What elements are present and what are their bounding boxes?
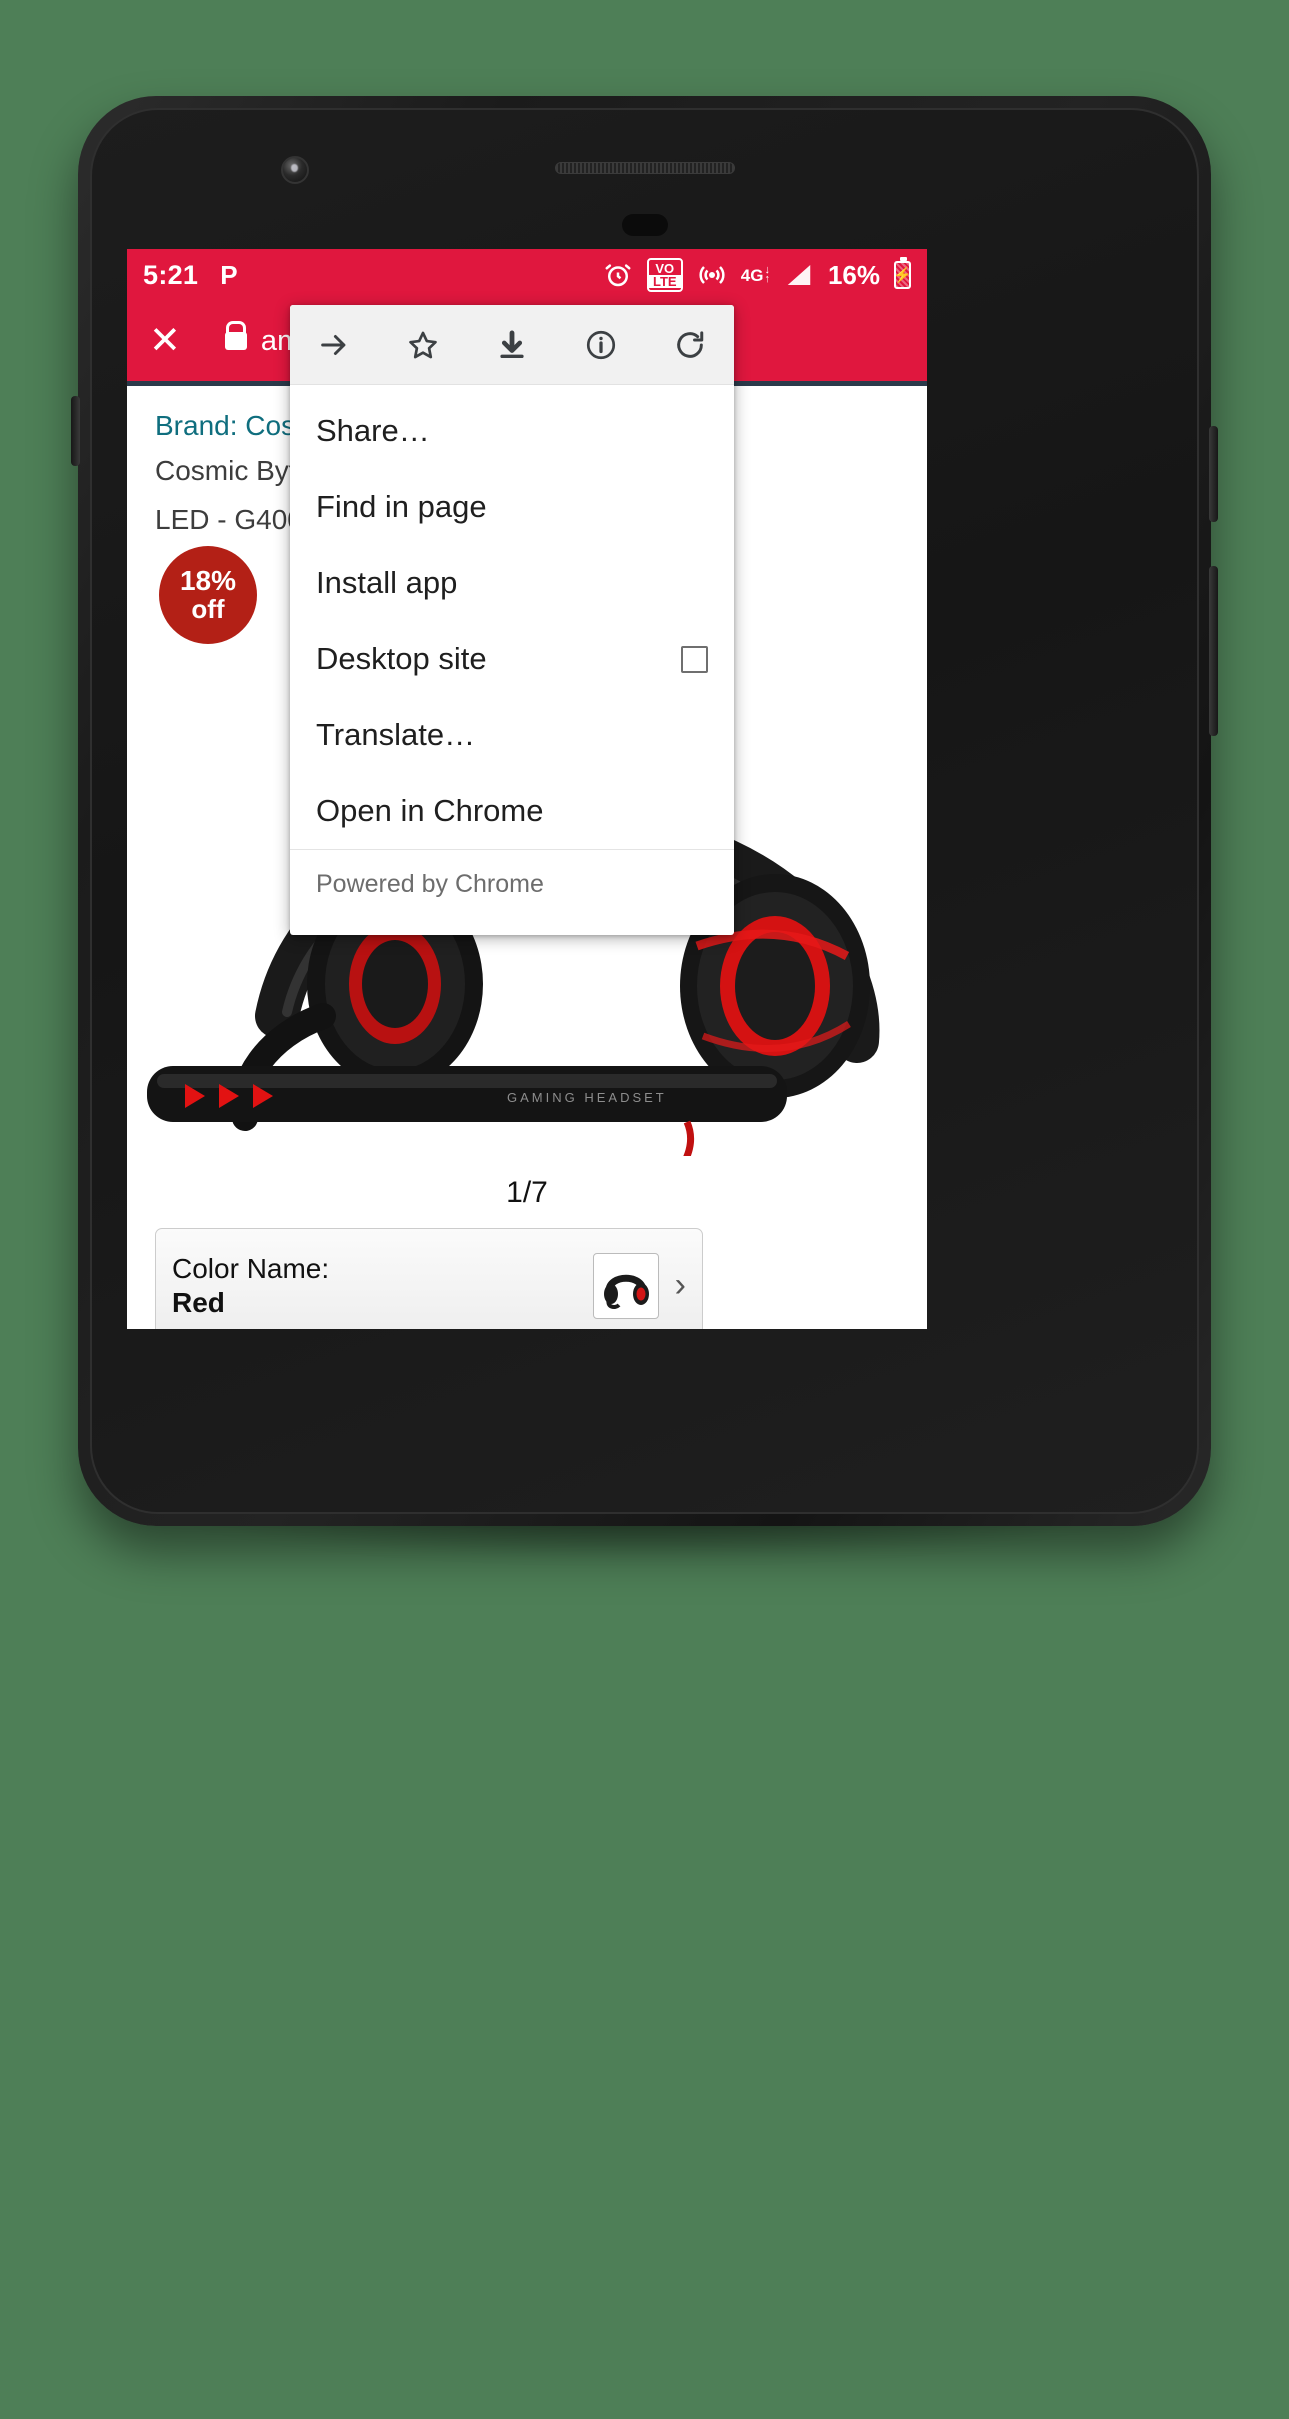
menu-item-label: Install app [316,565,458,600]
menu-item-label: Translate… [316,717,476,752]
status-clock: 5:21 [143,259,199,290]
bookmark-star-icon[interactable] [401,323,445,367]
screenshot-root: 5:21 P VO LTE 4G ↓ ↑ 16% ⚡ ✕ am Brand: C… [0,0,1289,2419]
volume-button[interactable] [1209,566,1218,736]
sensor-pill [621,214,668,236]
menu-footer-attribution: Powered by Chrome [290,849,734,919]
volte-bottom: LTE [648,275,681,288]
phone-bezel: 5:21 P VO LTE 4G ↓ ↑ 16% ⚡ ✕ am Brand: C… [90,108,1199,1514]
hotspot-icon [697,260,727,290]
menu-icon-row [290,305,734,385]
download-icon[interactable] [490,323,534,367]
phone-screen: 5:21 P VO LTE 4G ↓ ↑ 16% ⚡ ✕ am Brand: C… [127,249,927,1329]
color-variant-selector[interactable]: Color Name: Red › [155,1228,703,1329]
phone-device: 5:21 P VO LTE 4G ↓ ↑ 16% ⚡ ✕ am Brand: C… [71,96,1218,1526]
menu-item-find-in-page[interactable]: Find in page [290,469,734,545]
menu-item-translate[interactable]: Translate… [290,697,734,773]
status-bar: 5:21 P VO LTE 4G ↓ ↑ 16% ⚡ [127,249,927,301]
discount-word: off [191,594,225,625]
app-notification-icon: P [220,259,238,290]
menu-item-label: Desktop site [316,641,487,676]
data-up-arrow: ↑ [764,273,770,285]
chrome-custom-tab-menu: Share… Find in page Install app Desktop … [290,305,734,935]
forward-icon[interactable] [312,323,356,367]
menu-item-install-app[interactable]: Install app [290,545,734,621]
battery-percent-label: 16% [827,259,880,290]
color-variant-text: Color Name: Red [172,1252,593,1318]
desktop-site-checkbox[interactable] [681,645,708,673]
discount-badge: 18% off [159,546,257,644]
color-name-label: Color Name: [172,1253,330,1285]
signal-icon [784,260,814,290]
image-pager: 1/7 [506,1176,548,1209]
menu-item-label: Share… [316,413,430,448]
data-arrows: ↓ ↑ [764,264,770,285]
close-icon[interactable]: ✕ [149,322,181,360]
left-side-button[interactable] [71,396,80,466]
earpiece-speaker [554,162,735,174]
reload-icon[interactable] [668,323,712,367]
menu-item-list: Share… Find in page Install app Desktop … [290,385,734,849]
status-icons: VO LTE 4G ↓ ↑ 16% ⚡ [603,257,911,292]
network-label: 4G [740,265,764,285]
alarm-icon [603,260,633,290]
svg-text:GAMING HEADSET: GAMING HEADSET [507,1090,667,1105]
front-camera-icon [281,156,309,184]
chevron-right-icon[interactable]: › [675,1266,686,1305]
menu-item-share[interactable]: Share… [290,393,734,469]
page-info-icon[interactable] [579,323,623,367]
power-button[interactable] [1209,426,1218,522]
color-variant-thumbnail[interactable] [592,1252,659,1319]
menu-item-open-in-chrome[interactable]: Open in Chrome [290,773,734,849]
volte-icon: VO LTE [646,258,683,292]
menu-item-label: Find in page [316,489,487,524]
4g-data-icon: 4G ↓ ↑ [740,264,770,285]
lock-icon [224,332,247,350]
color-name-value: Red [172,1286,225,1318]
menu-item-label: Open in Chrome [316,793,544,828]
battery-charging-icon [894,257,911,289]
discount-percent: 18% [179,565,237,597]
menu-item-desktop-site[interactable]: Desktop site [290,621,734,697]
